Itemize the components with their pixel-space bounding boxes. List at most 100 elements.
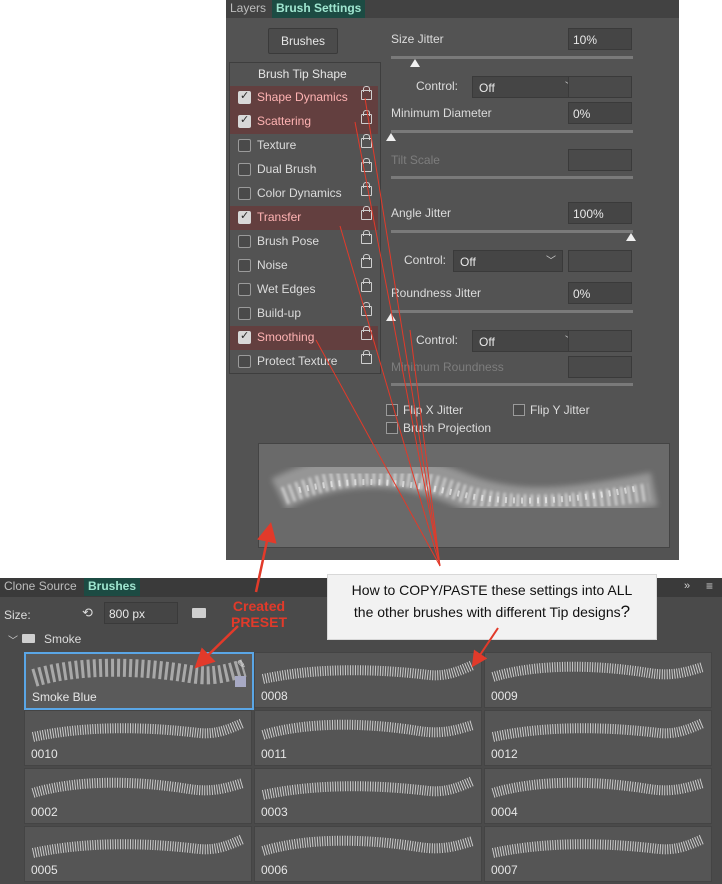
brush-projection-checkbox[interactable] xyxy=(386,422,398,434)
new-folder-icon[interactable] xyxy=(192,608,206,618)
control-select-1-value: Off xyxy=(479,81,495,95)
brush-option-row[interactable]: Protect Texture xyxy=(230,350,378,374)
brush-option-row[interactable]: Shape Dynamics xyxy=(230,86,378,110)
reset-size-icon[interactable]: ⟲ xyxy=(82,605,93,621)
brush-preset-cell[interactable]: 0006 xyxy=(254,826,482,882)
lock-icon[interactable] xyxy=(361,158,372,172)
panel-menu-icon[interactable]: ≡ xyxy=(706,579,713,593)
angle-jitter-slider[interactable] xyxy=(391,230,633,233)
brush-preset-cell[interactable]: 0008 xyxy=(254,652,482,708)
brush-size-field[interactable]: 800 px xyxy=(104,602,178,624)
tilt-scale-slider xyxy=(391,176,633,179)
control-select-2[interactable]: Off ﹀ xyxy=(453,250,563,272)
brush-tip-shape-item[interactable]: Brush Tip Shape xyxy=(258,67,347,81)
lock-icon[interactable] xyxy=(361,278,372,292)
flip-y-checkbox[interactable] xyxy=(513,404,525,416)
stroke-path xyxy=(491,777,705,798)
option-checkbox[interactable] xyxy=(238,187,251,200)
angle-jitter-field[interactable]: 100% xyxy=(568,202,632,224)
question-line-1: How to COPY/PASTE these settings into AL… xyxy=(351,582,633,598)
option-label: Texture xyxy=(257,138,297,152)
lock-icon[interactable] xyxy=(361,86,372,100)
folder-icon xyxy=(22,634,35,643)
brush-option-row[interactable]: Wet Edges xyxy=(230,278,378,302)
control-select-3[interactable]: Off ﹀ xyxy=(472,330,582,352)
brush-preset-name: 0008 xyxy=(261,689,288,703)
option-checkbox[interactable] xyxy=(238,113,251,128)
tab-brush-settings[interactable]: Brush Settings xyxy=(272,0,366,18)
brush-stroke-thumbnail xyxy=(491,834,705,858)
brush-option-row[interactable]: Noise xyxy=(230,254,378,278)
minimum-diameter-thumb[interactable] xyxy=(386,133,396,141)
brush-stroke-preview xyxy=(258,443,670,548)
roundness-jitter-label: Roundness Jitter xyxy=(391,286,482,300)
lock-icon[interactable] xyxy=(361,110,372,124)
option-checkbox[interactable] xyxy=(238,329,251,344)
brush-preset-cell[interactable]: 0010 xyxy=(24,710,252,766)
chevron-down-icon[interactable]: ﹀ xyxy=(8,632,18,647)
brush-option-row[interactable]: Texture xyxy=(230,134,378,158)
minimum-roundness-slider xyxy=(391,383,633,386)
brush-preset-cell[interactable]: 0004 xyxy=(484,768,712,824)
lock-icon[interactable] xyxy=(361,182,372,196)
minimum-diameter-slider[interactable] xyxy=(391,130,633,133)
brush-option-row[interactable]: Smoothing xyxy=(230,326,378,350)
minimum-roundness-label: Minimum Roundness xyxy=(391,360,504,374)
option-checkbox[interactable] xyxy=(238,355,251,368)
control-value-2 xyxy=(568,250,632,272)
brush-preset-cell[interactable]: 0005 xyxy=(24,826,252,882)
option-checkbox[interactable] xyxy=(238,163,251,176)
flip-x-checkbox[interactable] xyxy=(386,404,398,416)
minimum-diameter-field[interactable]: 0% xyxy=(568,102,632,124)
brush-stroke-thumbnail xyxy=(261,660,475,684)
brush-preset-cell[interactable]: 0007 xyxy=(484,826,712,882)
lock-icon[interactable] xyxy=(361,134,372,148)
brush-preset-name: 0004 xyxy=(491,805,518,819)
brush-preset-cell[interactable]: 0009 xyxy=(484,652,712,708)
brush-option-row[interactable]: Scattering xyxy=(230,110,378,134)
control-select-1[interactable]: Off ﹀ xyxy=(472,76,582,98)
brush-preset-cell[interactable]: 0012 xyxy=(484,710,712,766)
tab-brushes[interactable]: Brushes xyxy=(84,578,141,596)
option-checkbox[interactable] xyxy=(238,235,251,248)
brushes-button[interactable]: Brushes xyxy=(268,28,338,54)
size-jitter-thumb[interactable] xyxy=(410,59,420,67)
lock-icon[interactable] xyxy=(361,230,372,244)
angle-jitter-thumb[interactable] xyxy=(626,233,636,241)
brush-preset-cell[interactable]: 0011 xyxy=(254,710,482,766)
brush-preset-cell[interactable]: 0003 xyxy=(254,768,482,824)
roundness-jitter-field[interactable]: 0% xyxy=(568,282,632,304)
option-checkbox[interactable] xyxy=(238,259,251,272)
option-checkbox[interactable] xyxy=(238,283,251,296)
lock-icon[interactable] xyxy=(361,350,372,364)
brush-preset-cell[interactable]: 0002 xyxy=(24,768,252,824)
brush-option-row[interactable]: Transfer xyxy=(230,206,378,230)
size-jitter-field[interactable]: 10% xyxy=(568,28,632,50)
brush-option-row[interactable]: Color Dynamics xyxy=(230,182,378,206)
option-checkbox[interactable] xyxy=(238,89,251,104)
tab-clone-source[interactable]: Clone Source xyxy=(0,578,81,596)
option-label: Smoothing xyxy=(257,330,315,344)
brush-preset-cell[interactable]: ✎ Smoke Blue xyxy=(24,652,254,710)
roundness-jitter-slider[interactable] xyxy=(391,310,633,313)
tab-layers[interactable]: Layers xyxy=(226,0,271,18)
lock-icon[interactable] xyxy=(361,206,372,220)
brush-option-row[interactable]: Brush Pose xyxy=(230,230,378,254)
roundness-jitter-thumb[interactable] xyxy=(386,313,396,321)
lock-icon[interactable] xyxy=(361,326,372,340)
brush-option-row[interactable]: Build-up xyxy=(230,302,378,326)
control-value-3 xyxy=(568,330,632,352)
option-checkbox[interactable] xyxy=(238,307,251,320)
brush-option-row[interactable]: Dual Brush xyxy=(230,158,378,182)
collapse-icon[interactable]: » xyxy=(684,580,690,592)
option-label: Build-up xyxy=(257,306,302,320)
size-jitter-slider[interactable] xyxy=(391,56,633,59)
brush-stroke-thumbnail xyxy=(31,658,247,687)
control-label-3: Control: xyxy=(416,333,459,347)
lock-icon[interactable] xyxy=(361,254,372,268)
option-checkbox[interactable] xyxy=(238,209,251,224)
option-checkbox[interactable] xyxy=(238,139,251,152)
lock-icon[interactable] xyxy=(361,302,372,316)
stroke-path xyxy=(491,834,705,858)
chevron-down-icon: ﹀ xyxy=(546,256,556,267)
